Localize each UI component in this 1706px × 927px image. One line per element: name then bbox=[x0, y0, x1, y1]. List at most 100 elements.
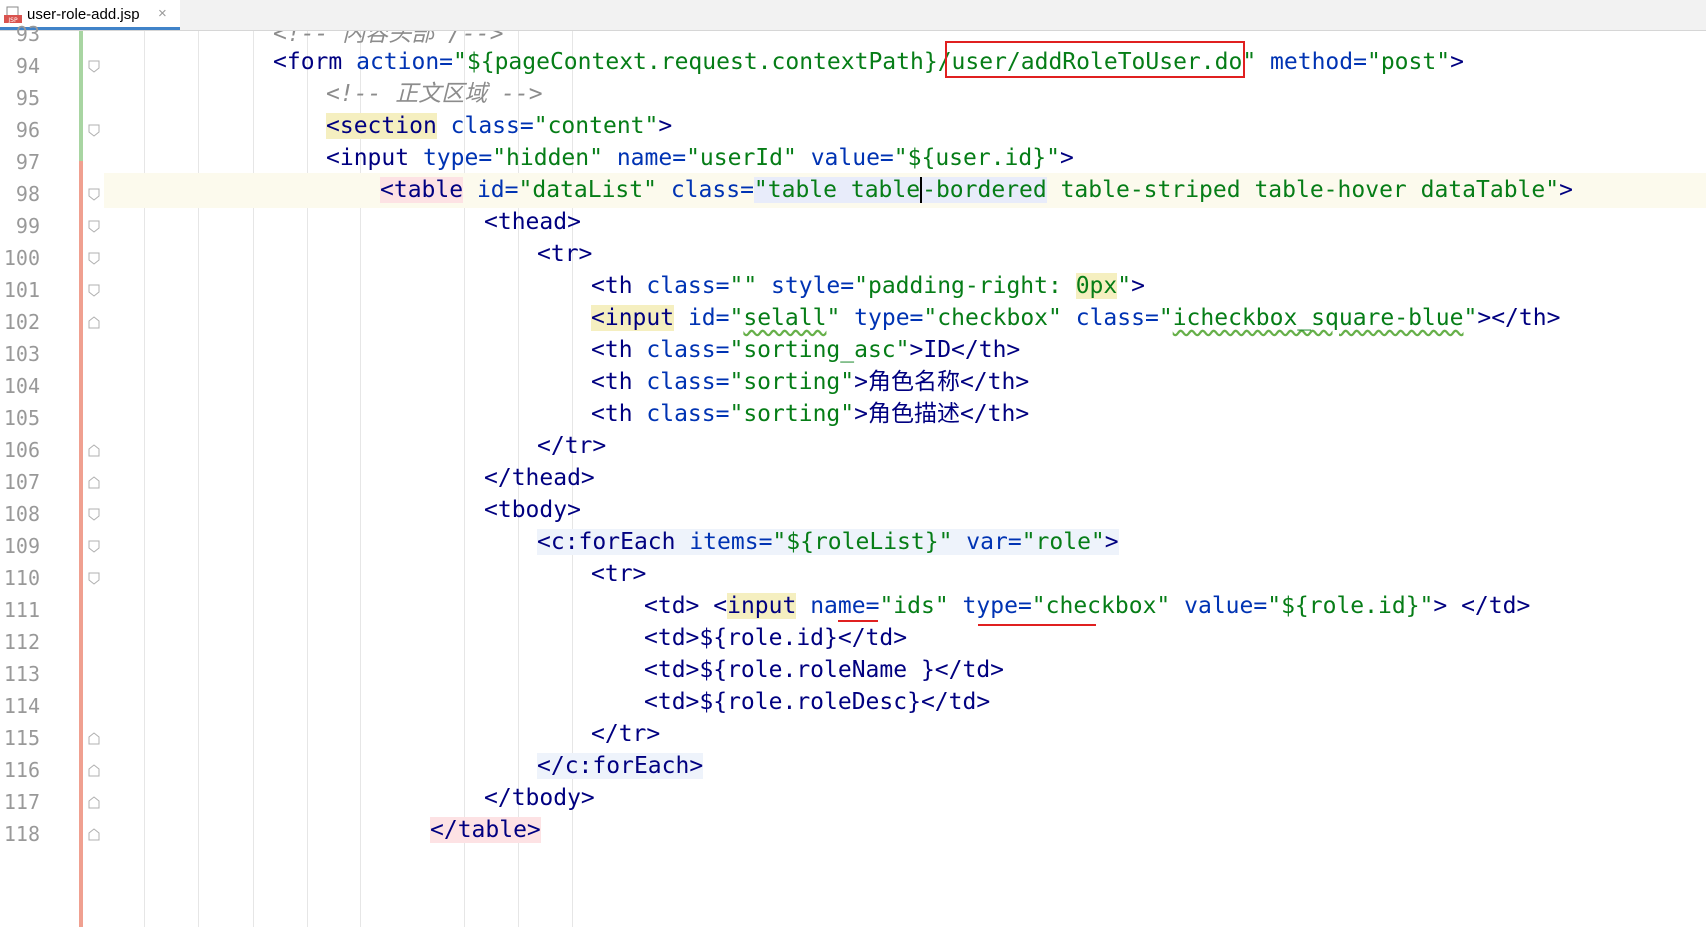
fold-close-icon[interactable] bbox=[88, 476, 100, 489]
line-number: 118 bbox=[3, 822, 40, 846]
string: "role" bbox=[1021, 529, 1105, 555]
tab-filename: user-role-add.jsp bbox=[27, 6, 140, 23]
string: "dataList" bbox=[518, 177, 657, 203]
code-line-102: <input id="selall" type="checkbox" class… bbox=[104, 301, 1706, 336]
tag-name: table bbox=[393, 177, 464, 203]
line-number: 113 bbox=[3, 662, 40, 686]
fold-open-icon[interactable] bbox=[88, 124, 100, 137]
string: "${user.id}" bbox=[893, 145, 1060, 171]
line-number: 105 bbox=[3, 406, 40, 430]
fold-open-icon[interactable] bbox=[88, 220, 100, 233]
close-icon[interactable]: × bbox=[158, 5, 167, 22]
string: " bbox=[879, 593, 894, 619]
line-number: 98 bbox=[15, 182, 40, 206]
line-number: 116 bbox=[3, 758, 40, 782]
fold-open-icon[interactable] bbox=[88, 188, 100, 201]
code-line-101: <th class="" style="padding-right: 0px"> bbox=[104, 269, 1706, 304]
fold-close-icon[interactable] bbox=[88, 444, 100, 457]
attr: value= bbox=[796, 145, 894, 171]
tag: > bbox=[689, 753, 704, 779]
string: "${role.id}" bbox=[1267, 593, 1434, 619]
fold-open-icon[interactable] bbox=[88, 60, 100, 73]
attr: type= bbox=[409, 145, 493, 171]
tag: <thead> bbox=[484, 209, 581, 235]
fold-open-icon[interactable] bbox=[88, 540, 100, 553]
attr: id= bbox=[674, 305, 730, 331]
code-line-98: <table id="dataList" class="table table-… bbox=[104, 173, 1706, 208]
code-line-118: </table> bbox=[104, 813, 1706, 848]
tag: <th bbox=[591, 273, 633, 299]
tag: <th bbox=[591, 369, 633, 395]
fold-close-icon[interactable] bbox=[88, 732, 100, 745]
fold-open-icon[interactable] bbox=[88, 508, 100, 521]
code-line-103: <th class="sorting_asc">ID</th> bbox=[104, 333, 1706, 368]
line-number: 96 bbox=[15, 118, 40, 142]
line-number: 107 bbox=[3, 470, 40, 494]
tag-name: input bbox=[727, 593, 797, 619]
tag: </ bbox=[537, 753, 565, 779]
code-line-110: <tr> bbox=[104, 557, 1706, 592]
fold-close-icon[interactable] bbox=[88, 316, 100, 329]
tag: </table> bbox=[430, 817, 541, 843]
string: -bordered bbox=[920, 177, 1047, 203]
string: table-striped table-hover dataTable" bbox=[1046, 177, 1560, 203]
string: " bbox=[826, 305, 841, 331]
code-line-105: <th class="sorting">角色描述</th> bbox=[104, 397, 1706, 432]
line-number: 99 bbox=[15, 214, 40, 238]
fold-open-icon[interactable] bbox=[88, 252, 100, 265]
fold-close-icon[interactable] bbox=[88, 796, 100, 809]
tag: <td> < bbox=[644, 593, 728, 619]
code-line-108: <tbody> bbox=[104, 493, 1706, 528]
fold-open-icon[interactable] bbox=[88, 572, 100, 585]
code-line-100: <tr> bbox=[104, 237, 1706, 272]
attr: name= bbox=[602, 145, 687, 171]
string: icheckbox_square-blue bbox=[1172, 305, 1464, 331]
editor-tab-bar: JSP user-role-add.jsp × bbox=[0, 0, 1706, 31]
line-number: 109 bbox=[3, 534, 40, 558]
line-number: 108 bbox=[3, 502, 40, 526]
tag: <tr> bbox=[537, 241, 593, 267]
attr: items= bbox=[675, 529, 773, 555]
line-number: 117 bbox=[3, 790, 40, 814]
attr: type= bbox=[948, 593, 1032, 619]
attr: class= bbox=[436, 113, 534, 139]
code-line-95: <!-- 正文区域 --> bbox=[104, 77, 1706, 112]
fold-close-icon[interactable] bbox=[88, 828, 100, 841]
code-line-109: <c:forEach items="${roleList}" var="role… bbox=[104, 525, 1706, 560]
code-editor[interactable]: <!-- 内容头部 /--> <form action="${pageConte… bbox=[104, 31, 1706, 927]
attr: class= bbox=[632, 401, 730, 427]
string: "sorting_asc" bbox=[729, 337, 910, 363]
string: "sorting" bbox=[729, 401, 855, 427]
tag: > bbox=[658, 113, 673, 139]
fold-open-icon[interactable] bbox=[88, 284, 100, 297]
tag: ></th> bbox=[1477, 305, 1561, 331]
line-number: 95 bbox=[15, 86, 40, 110]
string: "${roleList}" bbox=[772, 529, 953, 555]
string: "userId" bbox=[686, 145, 797, 171]
tag: > bbox=[1131, 273, 1145, 299]
code-line-114: <td>${role.roleDesc}</td> bbox=[104, 685, 1706, 720]
line-number: 112 bbox=[3, 630, 40, 654]
tag: <input bbox=[326, 145, 410, 171]
string: "content" bbox=[533, 113, 659, 139]
string: "sorting" bbox=[729, 369, 855, 395]
string: "" bbox=[729, 273, 758, 299]
line-number: 106 bbox=[3, 438, 40, 462]
string: " bbox=[729, 305, 744, 331]
tag: < bbox=[591, 305, 605, 331]
line-number: 100 bbox=[3, 246, 40, 270]
tag: >ID</th> bbox=[909, 337, 1021, 363]
annotation-underline-ids bbox=[838, 620, 878, 622]
tag-name: input bbox=[604, 305, 675, 331]
code-line-106: </tr> bbox=[104, 429, 1706, 464]
attr: name= bbox=[796, 593, 880, 619]
code-line-111: <td> <input name="ids" type="checkbox" v… bbox=[104, 589, 1706, 624]
line-number: 102 bbox=[3, 310, 40, 334]
line-number: 104 bbox=[3, 374, 40, 398]
code-line-99: <thead> bbox=[104, 205, 1706, 240]
code-line-96: <section class="content"> bbox=[104, 109, 1706, 144]
tag: >角色描述</th> bbox=[854, 401, 1030, 427]
line-number: 111 bbox=[3, 598, 40, 622]
string: table bbox=[850, 177, 921, 203]
fold-close-icon[interactable] bbox=[88, 764, 100, 777]
